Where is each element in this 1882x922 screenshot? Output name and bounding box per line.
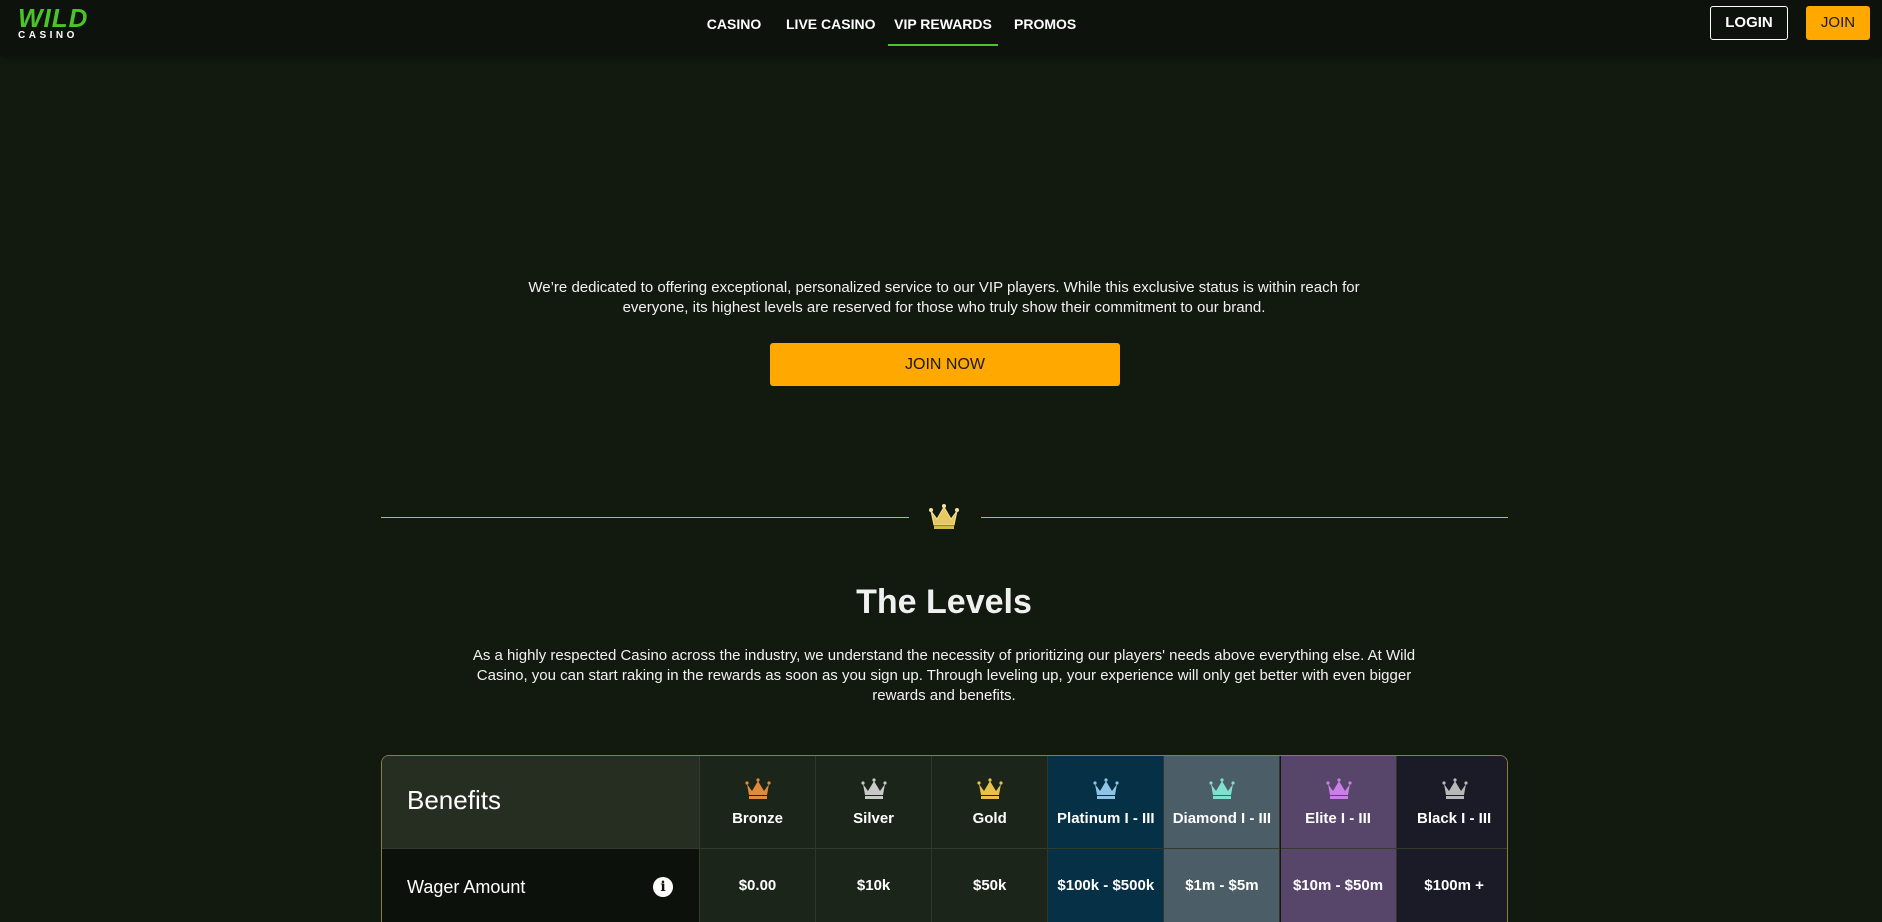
info-icon[interactable]: i bbox=[653, 877, 673, 897]
crown-icon bbox=[861, 778, 887, 800]
tier-name: Bronze bbox=[732, 810, 783, 827]
logo-subtext: CASINO bbox=[18, 30, 78, 41]
wager-cell-elite: $10m - $50m bbox=[1280, 849, 1397, 922]
tier-name: Elite I - III bbox=[1305, 810, 1371, 827]
wager-cell-bronze: $0.00 bbox=[700, 849, 816, 922]
wager-amount-label: Wager Amount bbox=[407, 877, 526, 897]
benefits-header-cell: Benefits bbox=[382, 756, 700, 849]
wager-cell-gold: $50k bbox=[932, 849, 1049, 922]
tier-name: Gold bbox=[972, 810, 1007, 827]
wager-cell-silver: $10k bbox=[816, 849, 933, 922]
tier-header-diamond: Diamond I - III bbox=[1164, 756, 1281, 849]
crown-icon bbox=[1209, 778, 1235, 800]
vip-intro-text: We’re dedicated to offering exceptional,… bbox=[528, 279, 1360, 316]
benefits-title: Benefits bbox=[407, 785, 501, 815]
join-button[interactable]: JOIN bbox=[1806, 6, 1870, 40]
wager-cell-diamond: $1m - $5m bbox=[1164, 849, 1281, 922]
levels-description: As a highly respected Casino across the … bbox=[472, 647, 1416, 704]
crown-icon bbox=[929, 504, 959, 529]
tier-header-gold: Gold bbox=[932, 756, 1049, 849]
levels-heading: The Levels bbox=[856, 583, 1032, 621]
divider-left bbox=[381, 517, 909, 518]
tier-name: Diamond I - III bbox=[1172, 810, 1272, 827]
wager-cell-black: $100m + bbox=[1396, 849, 1507, 922]
tier-name: Platinum I - III bbox=[1057, 810, 1155, 827]
login-button[interactable]: LOGIN bbox=[1710, 6, 1788, 40]
tier-header-silver: Silver bbox=[816, 756, 933, 849]
wager-cell-platinum: $100k - $500k bbox=[1048, 849, 1165, 922]
nav-vip-rewards[interactable]: VIP REWARDS bbox=[888, 0, 998, 46]
wild-casino-logo[interactable]: WILD CASINO bbox=[18, 3, 90, 42]
crown-icon bbox=[1325, 778, 1352, 800]
tier-header-platinum: Platinum I - III bbox=[1048, 756, 1165, 849]
tier-header-elite: Elite I - III bbox=[1280, 756, 1397, 849]
tier-name: Silver bbox=[853, 810, 895, 827]
top-header: WILD CASINO CASINO LIVE CASINO VIP REWAR… bbox=[0, 0, 1882, 56]
vip-levels-table: Benefits Bronze Silver Gold Platinum I - II… bbox=[381, 755, 1508, 922]
nav-casino[interactable]: CASINO bbox=[706, 0, 762, 44]
crown-icon bbox=[1093, 778, 1119, 800]
crown-icon bbox=[977, 778, 1003, 800]
crown-icon bbox=[1441, 778, 1468, 800]
nav-promos[interactable]: PROMOS bbox=[1014, 0, 1076, 44]
nav-live-casino[interactable]: LIVE CASINO bbox=[786, 0, 875, 44]
tier-name: Black I - III bbox=[1416, 810, 1492, 827]
wager-amount-row-label: Wager Amount i bbox=[382, 849, 700, 922]
join-now-button[interactable]: JOIN NOW bbox=[770, 343, 1120, 386]
divider-right bbox=[981, 517, 1508, 518]
tier-header-black: Black I - III bbox=[1396, 756, 1507, 849]
logo-wordmark: WILD bbox=[18, 3, 89, 33]
crown-icon bbox=[745, 778, 771, 800]
tier-header-bronze: Bronze bbox=[700, 756, 816, 849]
